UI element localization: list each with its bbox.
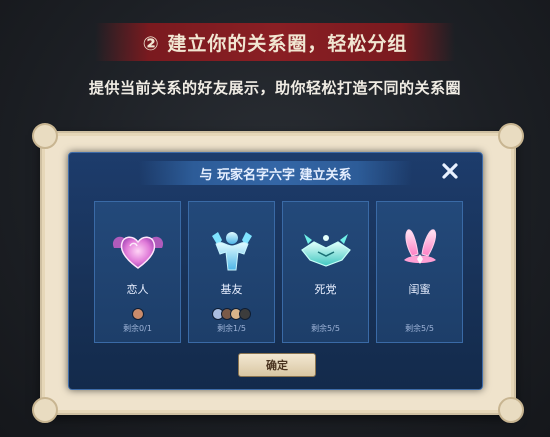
title-banner: ② 建立你的关系圈，轻松分组 xyxy=(95,23,455,61)
avatar xyxy=(131,308,144,320)
confirm-label: 确定 xyxy=(266,359,288,372)
close-icon xyxy=(442,163,458,179)
card-name: 闺蜜 xyxy=(408,283,431,296)
relationship-card-girlfriend[interactable]: 闺蜜 剩余5/5 xyxy=(376,201,463,343)
avatar-list xyxy=(95,308,180,320)
card-name: 基友 xyxy=(220,283,243,296)
relationship-card-buddy[interactable]: 基友 剩余1/5 xyxy=(188,201,275,343)
card-name: 死党 xyxy=(314,283,337,296)
frame-corner xyxy=(498,397,524,423)
frame-corner xyxy=(32,123,58,149)
banner-title: ② 建立你的关系圈，轻松分组 xyxy=(142,32,408,55)
relationship-card-bestfriend[interactable]: 死党 剩余5/5 xyxy=(282,201,369,343)
frame-corner xyxy=(498,123,524,149)
bunny-ears-icon xyxy=(404,229,437,264)
dialog-header: 与 玩家名字六字 建立关系 xyxy=(139,161,412,185)
card-name: 恋人 xyxy=(126,283,149,296)
relationship-cards: 恋人 剩余0/1 基友 剩余1/5 死党 剩余5/5 闺蜜 剩余5/5 xyxy=(94,201,464,343)
dialog-title: 与 玩家名字六字 建立关系 xyxy=(199,167,352,183)
close-button[interactable] xyxy=(438,159,462,183)
avatar xyxy=(239,308,251,320)
remaining-count: 剩余1/5 xyxy=(217,324,246,333)
avatar-list xyxy=(189,308,274,320)
remaining-count: 剩余0/1 xyxy=(123,324,152,333)
relationship-dialog: 与 玩家名字六字 建立关系 恋人 剩余0/1 基友 剩余1/5 死党 剩余5/5… xyxy=(68,152,483,390)
heart-icon xyxy=(112,236,164,269)
frame-corner xyxy=(32,397,58,423)
confirm-button[interactable]: 确定 xyxy=(238,353,316,377)
remaining-count: 剩余5/5 xyxy=(405,324,434,333)
remaining-count: 剩余5/5 xyxy=(311,324,340,333)
muscle-icon xyxy=(212,232,252,271)
handshake-icon xyxy=(301,234,351,267)
relationship-card-lover[interactable]: 恋人 剩余0/1 xyxy=(94,201,181,343)
subtitle: 提供当前关系的好友展示，助你轻松打造不同的关系圈 xyxy=(88,79,461,97)
